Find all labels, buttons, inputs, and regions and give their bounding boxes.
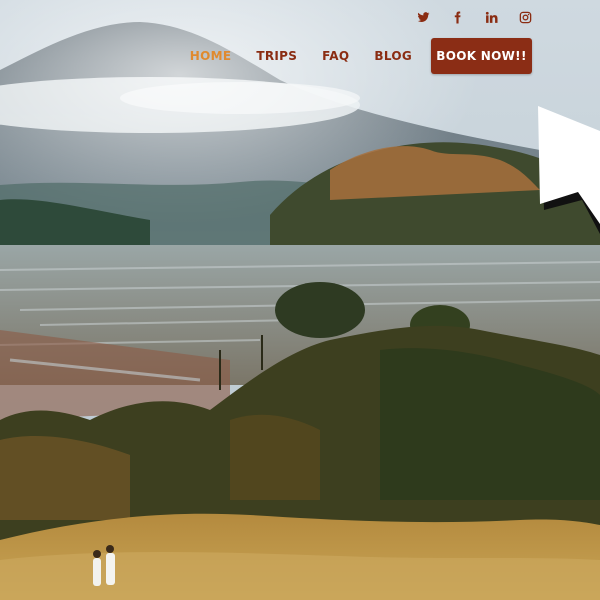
linkedin-icon[interactable] — [484, 10, 498, 24]
twitter-icon[interactable] — [416, 10, 430, 24]
main-nav: HOME TRIPS FAQ BLOG BOOK NOW!! — [190, 38, 532, 74]
book-now-button[interactable]: BOOK NOW!! — [431, 38, 532, 74]
hero-section: HOME TRIPS FAQ BLOG BOOK NOW!! — [0, 0, 600, 600]
facebook-icon[interactable] — [450, 10, 464, 24]
nav-faq-link[interactable]: FAQ — [322, 38, 349, 74]
nav-blog-link[interactable]: BLOG — [374, 38, 412, 74]
hero-background-image — [0, 0, 600, 600]
nav-trips-link[interactable]: TRIPS — [256, 38, 297, 74]
nav-home-link[interactable]: HOME — [190, 38, 232, 74]
instagram-icon[interactable] — [518, 10, 532, 24]
cursor-arrow-icon — [538, 106, 600, 236]
social-links — [416, 10, 532, 24]
